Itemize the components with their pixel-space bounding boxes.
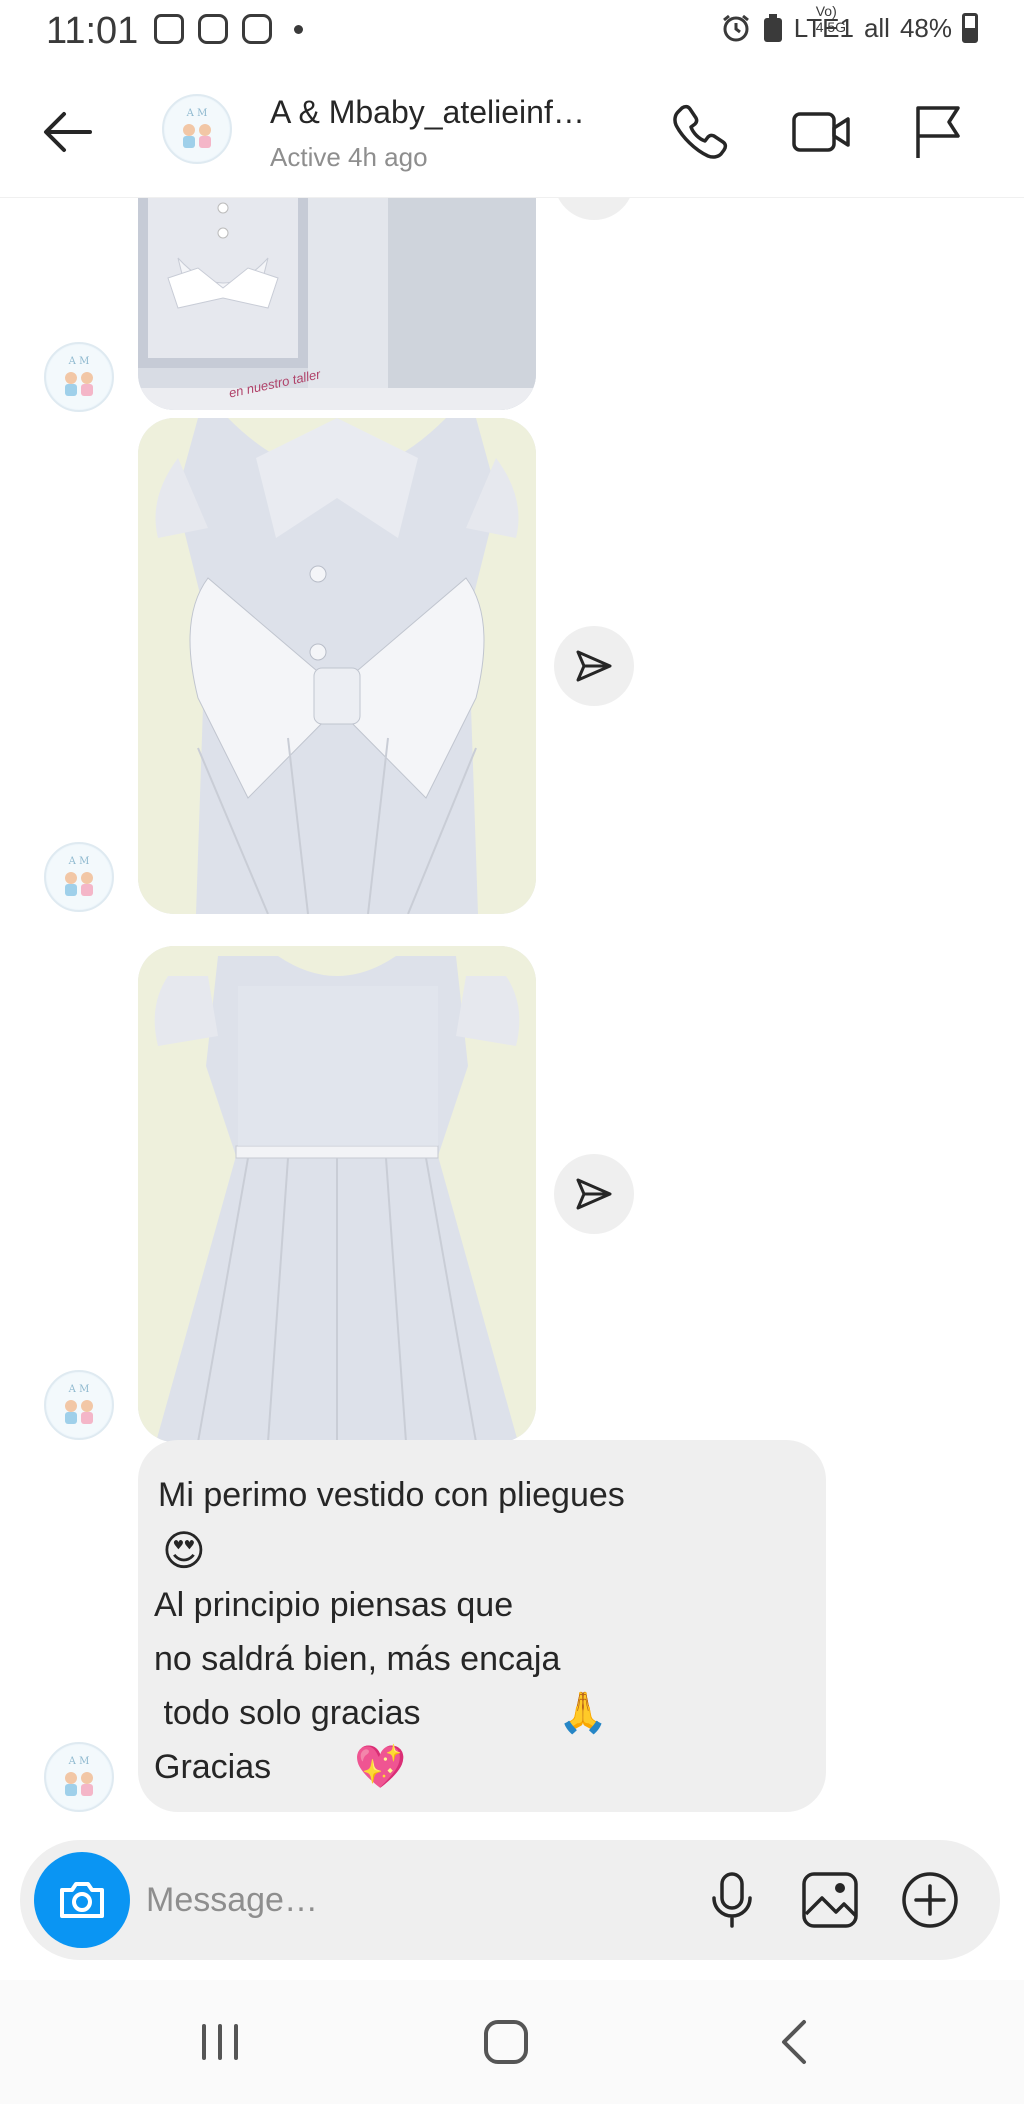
system-back-button[interactable] xyxy=(764,2010,828,2074)
data-saver-icon xyxy=(763,14,782,42)
dress-photo xyxy=(138,418,536,914)
phone-icon xyxy=(673,104,728,159)
profile-logo-icon: A M xyxy=(47,345,111,409)
avatar[interactable]: A M xyxy=(44,342,114,412)
instagram-notification-icon xyxy=(242,14,272,44)
signal-indicator: all xyxy=(863,12,890,43)
svg-text:A M: A M xyxy=(68,356,90,367)
gallery-icon xyxy=(802,1872,858,1928)
recent-apps-button[interactable] xyxy=(188,2010,252,2074)
report-button[interactable] xyxy=(906,100,970,164)
svg-text:A M: A M xyxy=(186,108,208,119)
conversation-header: A M A & Mbaby_atelieinf… Active 4h ago xyxy=(0,64,1024,198)
activity-status: Active 4h ago xyxy=(270,142,428,172)
avatar[interactable]: A M xyxy=(44,1370,114,1440)
avatar[interactable]: A M xyxy=(44,842,114,912)
back-arrow-icon xyxy=(44,112,92,152)
audio-call-button[interactable] xyxy=(668,100,732,164)
photo-message[interactable] xyxy=(138,946,536,1442)
battery-percent: 48% xyxy=(899,12,952,43)
conversation-title[interactable]: A & Mbaby_atelieinf… xyxy=(270,94,585,131)
home-icon xyxy=(484,2020,528,2064)
flag-icon xyxy=(916,106,960,158)
profile-logo-icon: A M xyxy=(47,845,111,909)
photo-message[interactable]: en nuestro taller xyxy=(138,198,536,410)
message-line: Gracias xyxy=(154,1748,272,1787)
alarm-icon xyxy=(722,14,749,42)
send-icon xyxy=(574,198,614,200)
gallery-button[interactable] xyxy=(798,1868,862,1932)
share-button[interactable] xyxy=(554,1154,634,1234)
video-call-button[interactable] xyxy=(790,100,854,164)
send-icon xyxy=(576,1178,612,1210)
camera-icon xyxy=(60,1882,104,1918)
text-message-bubble[interactable]: Mi perimo vestido con pliegues 😍 Al prin… xyxy=(138,1440,826,1812)
message-line: no saldrá bien, más encaja xyxy=(154,1640,561,1679)
status-bar: 11:01 Vo) 4.5G LTE1 all 48% xyxy=(0,0,1024,64)
more-notifications-icon xyxy=(294,24,303,34)
chevron-left-icon xyxy=(782,2020,806,2064)
send-icon xyxy=(576,650,612,682)
svg-text:A M: A M xyxy=(68,856,90,867)
photo-message[interactable] xyxy=(138,418,536,914)
network-type-small: Vo) 4.5G xyxy=(815,2,847,35)
system-navigation-bar xyxy=(0,1980,1024,2104)
profile-logo-icon: A M xyxy=(165,97,229,161)
message-input[interactable] xyxy=(146,1870,566,1930)
avatar[interactable]: A M xyxy=(44,1742,114,1812)
folded-hands-emoji: 🙏 xyxy=(558,1691,608,1736)
share-button[interactable] xyxy=(554,198,634,220)
status-time: 11:01 xyxy=(46,10,139,52)
more-options-button[interactable] xyxy=(898,1868,962,1932)
sparkling-heart-emoji: 💖 xyxy=(354,1743,407,1791)
svg-text:A M: A M xyxy=(68,1756,90,1767)
video-camera-icon xyxy=(792,112,850,152)
plus-circle-icon xyxy=(902,1872,958,1928)
message-line: Mi perimo vestido con pliegues xyxy=(158,1476,625,1514)
recents-icon xyxy=(202,2024,238,2060)
camera-button[interactable] xyxy=(34,1852,130,1948)
message-line: todo solo gracias xyxy=(154,1694,421,1733)
home-button[interactable] xyxy=(474,2010,538,2074)
profile-logo-icon: A M xyxy=(47,1745,111,1809)
share-button[interactable] xyxy=(554,626,634,706)
message-line: Al principio piensas que xyxy=(154,1586,514,1625)
back-button[interactable] xyxy=(38,102,98,162)
dress-photo xyxy=(138,198,536,410)
message-thread[interactable]: en nuestro taller A M A M A M Mi perimo … xyxy=(0,198,1024,1830)
profile-logo-icon: A M xyxy=(47,1373,111,1437)
microphone-icon xyxy=(712,1872,752,1928)
dress-photo xyxy=(138,946,536,1442)
battery-icon xyxy=(962,13,978,43)
heart-eyes-emoji: 😍 xyxy=(162,1527,206,1575)
avatar[interactable]: A M xyxy=(162,94,232,164)
message-composer xyxy=(20,1840,1000,1960)
voice-message-button[interactable] xyxy=(700,1868,764,1932)
instagram-notification-icon xyxy=(198,14,228,44)
svg-text:A M: A M xyxy=(68,1384,90,1395)
gallery-notification-icon xyxy=(154,14,184,44)
